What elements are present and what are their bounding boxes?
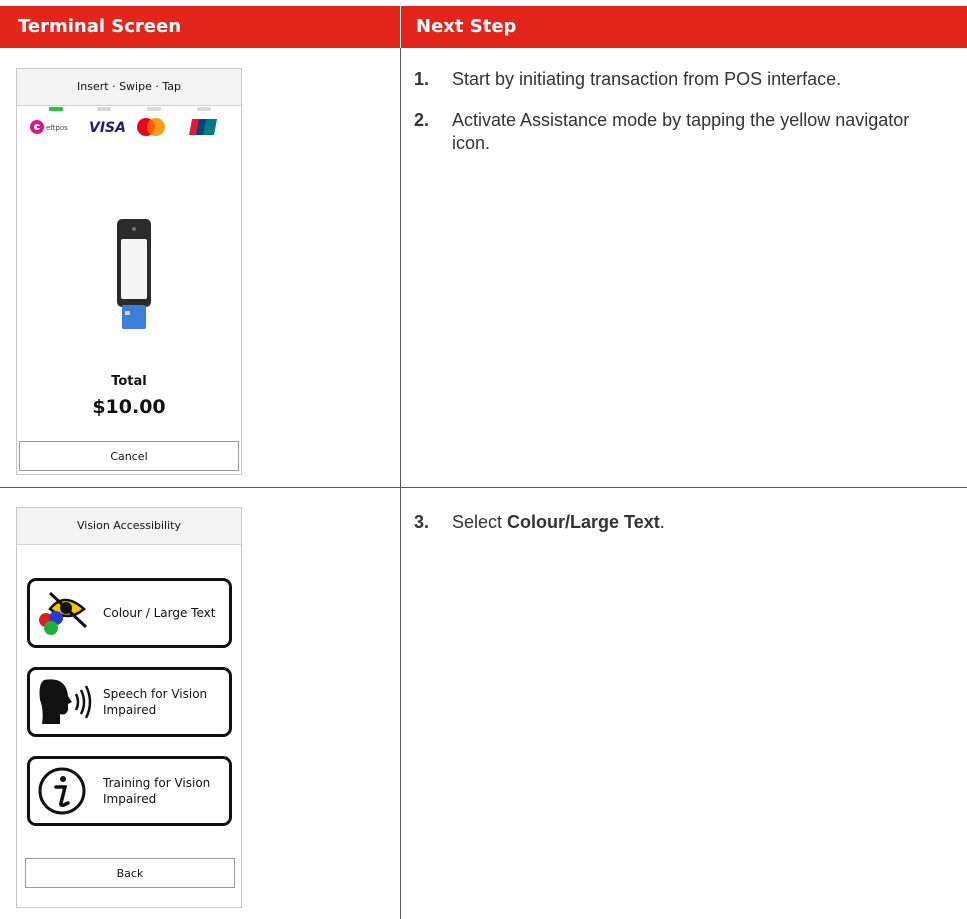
terminal-screen-insert-swipe-tap: Insert · Swipe · Tap eftpos VISA Total $… bbox=[16, 68, 242, 475]
terminal-screen-vision-accessibility: Vision Accessibility Colour / Large Text… bbox=[16, 507, 242, 908]
steps-row1: 1. Start by initiating transaction from … bbox=[414, 68, 949, 173]
colour-eye-icon bbox=[36, 587, 92, 639]
speaking-head-icon bbox=[36, 676, 92, 728]
step-1: 1. Start by initiating transaction from … bbox=[414, 68, 949, 91]
steps-row2: 3. Select Colour/Large Text. bbox=[414, 511, 949, 552]
step-text-suffix: . bbox=[659, 512, 665, 532]
indicator-light bbox=[197, 107, 211, 111]
svg-text:VISA: VISA bbox=[89, 120, 126, 136]
indicator-light bbox=[97, 107, 111, 111]
header-terminal-screen: Terminal Screen bbox=[0, 6, 400, 48]
unionpay-logo bbox=[189, 117, 221, 137]
step-2: 2. Activate Assistance mode by tapping t… bbox=[414, 109, 949, 155]
info-icon bbox=[36, 765, 92, 817]
step-text-emphasis: Colour/Large Text bbox=[507, 512, 660, 532]
step-number: 1. bbox=[414, 69, 430, 89]
step-number: 2. bbox=[414, 110, 430, 130]
step-text-prefix: Select bbox=[452, 512, 508, 532]
indicator-light bbox=[49, 107, 63, 111]
colour-large-text-option[interactable]: Colour / Large Text bbox=[27, 578, 232, 648]
speech-for-vision-impaired-option[interactable]: Speech for Vision Impaired bbox=[27, 667, 232, 737]
step-3: 3. Select Colour/Large Text. bbox=[414, 511, 949, 534]
column-divider bbox=[400, 488, 401, 919]
cancel-button[interactable]: Cancel bbox=[19, 441, 239, 471]
option-label: Colour / Large Text bbox=[103, 606, 216, 620]
visa-logo: VISA bbox=[87, 118, 127, 136]
header-next-step: Next Step bbox=[401, 6, 967, 48]
indicator-light bbox=[147, 107, 161, 111]
step-text: Start by initiating transaction from POS… bbox=[452, 69, 842, 89]
back-button[interactable]: Back bbox=[25, 858, 235, 888]
option-label: Speech for Vision Impaired bbox=[103, 687, 208, 717]
screen-title: Insert · Swipe · Tap bbox=[17, 69, 241, 106]
option-label: Training for Vision Impaired bbox=[103, 776, 211, 806]
svg-text:eftpos: eftpos bbox=[46, 124, 68, 132]
row-divider bbox=[0, 487, 967, 488]
payment-terminal-icon bbox=[115, 219, 155, 331]
step-number: 3. bbox=[414, 512, 430, 532]
total-label: Total bbox=[111, 374, 147, 389]
training-for-vision-impaired-option[interactable]: Training for Vision Impaired bbox=[27, 756, 232, 826]
total-amount: $10.00 bbox=[92, 396, 166, 418]
screen-title: Vision Accessibility bbox=[17, 508, 241, 545]
step-text: Activate Assistance mode by tapping the … bbox=[452, 110, 910, 153]
eftpos-logo: eftpos bbox=[29, 118, 79, 136]
mastercard-logo bbox=[135, 117, 167, 137]
column-divider bbox=[400, 48, 401, 488]
